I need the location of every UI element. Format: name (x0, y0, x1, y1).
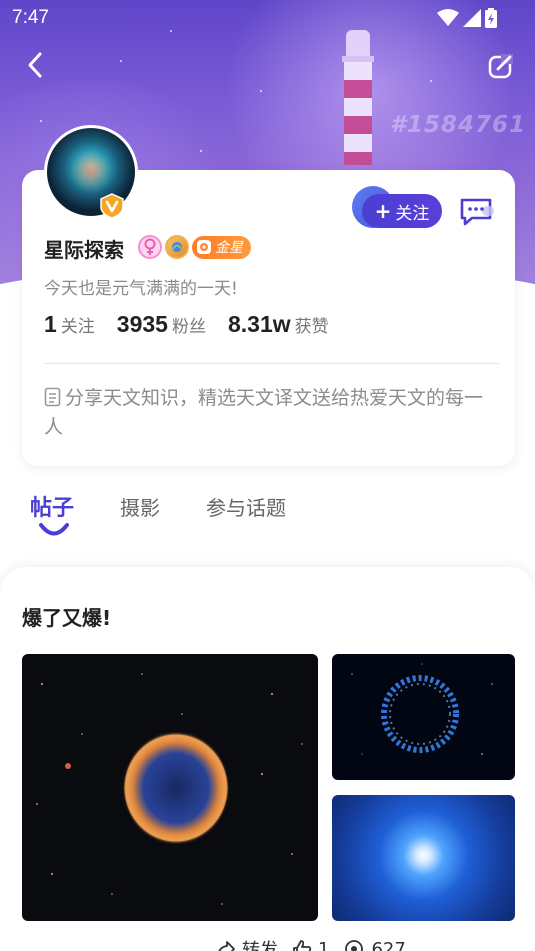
views-indicator: 627 (343, 939, 406, 951)
stats-row: 1 关注 3935 粉丝 8.31w 获赞 (44, 311, 351, 338)
message-icon[interactable] (458, 196, 496, 228)
status-time: 7:47 (12, 7, 49, 28)
post-image-2[interactable] (332, 654, 515, 780)
tab-photography[interactable]: 摄影 (120, 492, 160, 521)
badge-row: 金星 (138, 235, 251, 259)
post-image-1[interactable] (22, 654, 318, 921)
level-badge: 金星 (192, 235, 251, 259)
female-icon (138, 235, 162, 259)
tab-topics[interactable]: 参与话题 (206, 492, 286, 521)
like-button[interactable]: 1 (292, 939, 329, 951)
signature: 今天也是元气满满的一天! (44, 279, 238, 299)
post-actions: 转发 1 627 (216, 936, 406, 951)
background-tag: #1584761 (390, 112, 527, 138)
divider (44, 363, 499, 364)
follow-label: 关注 (395, 203, 430, 224)
active-tab-indicator (39, 523, 69, 536)
thumbs-up-icon (293, 940, 312, 951)
status-icons (437, 8, 497, 28)
bio: 分享天文知识，精选天文译文送给热爱天文的每一人 (44, 384, 499, 442)
post-image-3[interactable] (332, 795, 515, 921)
bio-text: 分享天文知识，精选天文译文送给热爱天文的每一人 (44, 387, 484, 438)
lighthouse-illustration (338, 30, 378, 165)
flower-icon (197, 240, 211, 254)
medal-icon (165, 235, 189, 259)
stat-following[interactable]: 1 关注 (44, 311, 95, 338)
back-button[interactable] (22, 50, 48, 80)
note-icon (44, 387, 61, 407)
wifi-icon (437, 9, 459, 26)
profile-tabs: 帖子 摄影 参与话题 (30, 490, 332, 536)
eye-icon (345, 940, 364, 951)
stat-likes[interactable]: 8.31w 获赞 (228, 311, 329, 338)
share-button[interactable]: 转发 (216, 936, 278, 951)
signal-icon (463, 9, 481, 27)
plus-icon: + (374, 199, 392, 223)
tab-posts[interactable]: 帖子 (30, 490, 74, 536)
share-icon (218, 941, 235, 951)
battery-icon (485, 8, 497, 28)
follow-button[interactable]: + 关注 (352, 186, 442, 228)
post-title[interactable]: 爆了又爆! (22, 602, 111, 631)
username: 星际探索 (44, 238, 124, 262)
stat-followers[interactable]: 3935 粉丝 (117, 311, 206, 338)
verified-icon (100, 193, 124, 219)
edit-icon[interactable] (487, 52, 515, 80)
